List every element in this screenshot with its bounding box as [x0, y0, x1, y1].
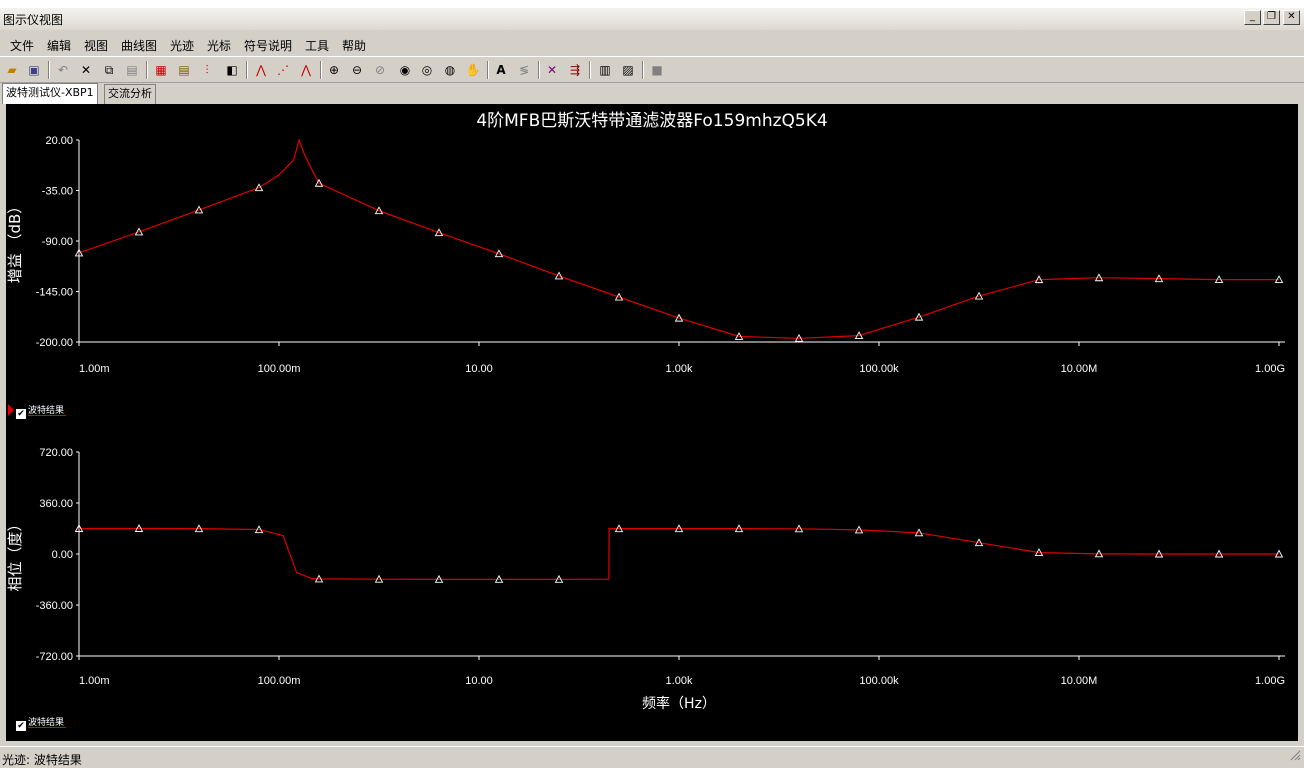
text-icon[interactable]: A [491, 60, 511, 80]
status-bar: 光迹: 波特结果 [0, 746, 1304, 768]
legend-checkbox[interactable]: ✔ [16, 409, 26, 419]
toolbar-separator [320, 61, 322, 79]
toolbar-separator [48, 61, 50, 79]
pan-icon[interactable]: ◎ [417, 60, 437, 80]
x-tick-label: 100.00m [258, 363, 301, 375]
y-tick-label: -35.00 [42, 186, 73, 198]
legend-phase[interactable]: ✔ 波特结果 [8, 716, 88, 732]
menu-file[interactable]: 文件 [10, 37, 34, 54]
zoom-full-icon[interactable]: ◉ [395, 60, 415, 80]
menu-help[interactable]: 帮助 [342, 37, 366, 54]
properties-icon[interactable]: ⫶ [197, 60, 217, 80]
y-axis-label: 相位（度） [6, 516, 24, 591]
menu-tools[interactable]: 工具 [305, 37, 329, 54]
menu-legend[interactable]: 符号说明 [244, 37, 292, 54]
save-icon[interactable]: ▣ [24, 60, 44, 80]
y-axis-label: 增益 （dB） [6, 199, 24, 284]
graph-icon[interactable]: ✕ [542, 60, 562, 80]
copy-icon[interactable]: ⧉ [99, 60, 119, 80]
y-tick-label: -145.00 [36, 287, 73, 299]
legend-line-swatch [28, 727, 66, 728]
x-tick-label: 1.00k [666, 675, 693, 687]
menu-bar: 文件 编辑 视图 曲线图 光迹 光标 符号说明 工具 帮助 [0, 30, 1304, 56]
toolbar-separator [487, 61, 489, 79]
title-bar: 图示仪视图 _ ❐ ✕ [0, 0, 1304, 30]
zoom-in-icon[interactable]: ⊖ [347, 60, 367, 80]
y-tick-label: -90.00 [42, 236, 73, 248]
legend-line-swatch [28, 415, 66, 416]
cut-icon[interactable]: ✕ [76, 60, 96, 80]
zoom-out-icon[interactable]: ⊘ [370, 60, 390, 80]
x-tick-label: 100.00m [258, 675, 301, 687]
legend-magnitude[interactable]: ✔ 波特结果 [8, 404, 88, 420]
print-preview-icon[interactable]: ▨ [618, 60, 638, 80]
paste-icon[interactable]: ▤ [122, 60, 142, 80]
toolbar-separator [246, 61, 248, 79]
series-line [79, 527, 1279, 580]
tab-strip: 波特测试仪-XBP1 交流分析 [0, 83, 1304, 104]
y-tick-label: 20.00 [45, 135, 73, 147]
resize-grip-icon[interactable] [1289, 749, 1301, 761]
x-tick-label: 10.00M [1061, 675, 1098, 687]
menu-trace[interactable]: 光迹 [170, 37, 194, 54]
y-tick-label: -200.00 [36, 337, 73, 349]
y-tick-label: -720.00 [36, 651, 73, 663]
minimize-button[interactable]: _ [1244, 10, 1261, 25]
tab-bode-plotter[interactable]: 波特测试仪-XBP1 [2, 83, 98, 104]
close-button[interactable]: ✕ [1283, 10, 1300, 25]
x-axis-label: 频率（Hz） [642, 695, 716, 712]
zoom-area-icon[interactable]: ⊕ [324, 60, 344, 80]
toolbar-separator [589, 61, 591, 79]
y-tick-label: -360.00 [36, 600, 73, 612]
x-tick-label: 1.00k [666, 363, 693, 375]
active-trace-marker-icon [8, 404, 14, 416]
x-tick-label: 10.00 [465, 675, 493, 687]
x-tick-label: 100.00k [859, 675, 899, 687]
grapher-plot-area[interactable]: 4阶MFB巴斯沃特带通滤波器Fo159mhzQ5K4 20.00 -35.00 -9… [6, 104, 1298, 741]
toolbar: ▰ ▣ ↶ ✕ ⧉ ▤ ▦ ▤ ⫶ ◧ ⋀ ⋰ ⋀ ⊕ ⊖ ⊘ ◉ ◎ ◍ ✋ … [0, 56, 1304, 83]
y-tick-label: 0.00 [52, 549, 73, 561]
x-tick-label: 100.00k [859, 363, 899, 375]
stop-icon[interactable]: ■ [647, 60, 667, 80]
x-tick-label: 10.00M [1061, 363, 1098, 375]
grid-icon[interactable]: ▦ [151, 60, 171, 80]
window-title: 图示仪视图 [3, 13, 64, 27]
hand-icon[interactable]: ✋ [463, 60, 483, 80]
x-tick-label: 1.00m [79, 363, 110, 375]
toolbar-separator [146, 61, 148, 79]
cursor-icon[interactable]: ⋰ [273, 60, 293, 80]
menu-graph[interactable]: 曲线图 [121, 37, 157, 54]
data-marker-icon[interactable]: ⋀ [296, 60, 316, 80]
restore-button[interactable]: ❐ [1263, 10, 1280, 25]
toolbar-separator [642, 61, 644, 79]
trace-icon[interactable]: ⋀ [251, 60, 271, 80]
zoom-fit-icon[interactable]: ◍ [440, 60, 460, 80]
legend-icon[interactable]: ▤ [174, 60, 194, 80]
series-line [78, 138, 1279, 339]
y-tick-label: 360.00 [39, 498, 73, 510]
overlay-icon[interactable]: ◧ [222, 60, 242, 80]
x-tick-label: 10.00 [465, 363, 493, 375]
status-text: 光迹: 波特结果 [2, 753, 82, 767]
menu-edit[interactable]: 编辑 [47, 37, 71, 54]
label-icon[interactable]: ≶ [514, 60, 534, 80]
x-tick-label: 1.00G [1255, 363, 1285, 375]
print-icon[interactable]: ▥ [595, 60, 615, 80]
menu-view[interactable]: 视图 [84, 37, 108, 54]
x-tick-label: 1.00m [79, 675, 110, 687]
open-icon[interactable]: ▰ [2, 60, 22, 80]
tab-ac-analysis[interactable]: 交流分析 [104, 84, 156, 104]
y-tick-label: 720.00 [39, 447, 73, 459]
export-icon[interactable]: ⇶ [565, 60, 585, 80]
legend-checkbox[interactable]: ✔ [16, 721, 26, 731]
undo-icon[interactable]: ↶ [53, 60, 73, 80]
plot-canvas: 20.00 -35.00 -90.00 -145.00 -200.00 1.00m 100.… [6, 135, 1285, 712]
x-tick-label: 1.00G [1255, 675, 1285, 687]
menu-cursor[interactable]: 光标 [207, 37, 231, 54]
toolbar-separator [538, 61, 540, 79]
